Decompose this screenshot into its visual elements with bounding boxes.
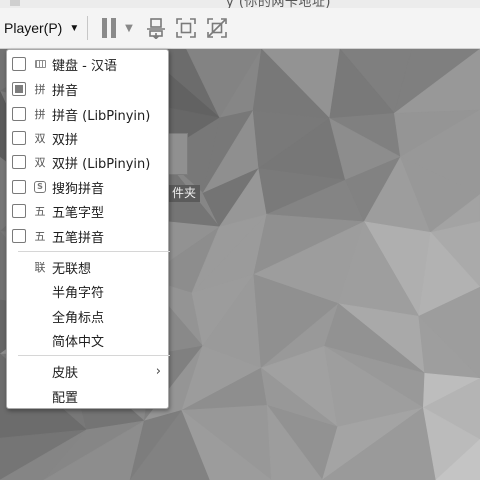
player-menu-button[interactable]: Player(P) ▼ bbox=[4, 16, 79, 40]
menu-item-shuangpin[interactable]: 双 双拼 bbox=[7, 126, 170, 150]
menu-item-label: 搜狗拼音 bbox=[52, 181, 105, 197]
menu-item-pinyin-libpinyin[interactable]: 拼 拼音 (LibPinyin) bbox=[7, 102, 170, 126]
menu-item-label: 双拼 (LibPinyin) bbox=[52, 156, 151, 172]
menu-item-skin[interactable]: 皮肤 › bbox=[7, 359, 170, 383]
toolbar: Player(P) ▼ ▼ bbox=[0, 8, 480, 49]
checkbox[interactable] bbox=[12, 204, 26, 218]
checkbox[interactable] bbox=[12, 131, 26, 145]
menu-item-label: 配置 bbox=[52, 390, 79, 406]
menu-item-no-association[interactable]: 联 无联想 bbox=[7, 255, 170, 279]
menu-item-label: 简体中文 bbox=[52, 334, 105, 350]
menu-item-simplified-chinese[interactable]: 简体中文 bbox=[7, 328, 170, 352]
player-menu-label: Player(P) bbox=[4, 20, 63, 36]
menu-item-pinyin[interactable]: 拼 拼音 bbox=[7, 77, 170, 101]
pinyin-icon: 拼 bbox=[34, 108, 46, 121]
checkbox[interactable] bbox=[12, 229, 26, 243]
sogou-icon: S bbox=[33, 180, 47, 194]
keyboard-icon bbox=[33, 57, 47, 71]
send-keys-icon[interactable] bbox=[144, 16, 168, 40]
dropdown-caret-icon[interactable]: ▼ bbox=[122, 16, 136, 40]
menu-item-label: 双拼 bbox=[52, 132, 79, 148]
folder-icon[interactable] bbox=[169, 133, 188, 175]
input-method-context-menu: 键盘 - 汉语 拼 拼音 拼 拼音 (LibPinyin) 双 双拼 双 双拼 … bbox=[6, 49, 170, 409]
menu-item-label: 拼音 bbox=[52, 83, 79, 99]
toolbar-separator bbox=[87, 16, 88, 40]
menu-item-sogou-pinyin[interactable]: S 搜狗拼音 bbox=[7, 175, 170, 199]
folder-label[interactable]: 件夹 bbox=[168, 185, 201, 202]
checkbox[interactable] bbox=[12, 155, 26, 169]
menu-separator bbox=[18, 355, 170, 356]
menu-item-shuangpin-libpinyin[interactable]: 双 双拼 (LibPinyin) bbox=[7, 150, 170, 174]
unity-mode-icon[interactable] bbox=[205, 16, 229, 40]
checkbox[interactable] bbox=[12, 107, 26, 121]
menu-item-wubi-zixing[interactable]: 五 五笔字型 bbox=[7, 199, 170, 223]
menu-item-wubi-pinyin[interactable]: 五 五笔拼音 bbox=[7, 224, 170, 248]
menu-item-label: 拼音 (LibPinyin) bbox=[52, 108, 151, 124]
menu-item-label: 五笔字型 bbox=[52, 205, 105, 221]
menu-item-label: 半角字符 bbox=[52, 285, 105, 301]
menu-item-config[interactable]: 配置 bbox=[7, 384, 170, 408]
shuangpin-icon: 双 bbox=[34, 132, 46, 145]
menu-item-label: 皮肤 bbox=[52, 365, 79, 381]
wubi-icon: 五 bbox=[34, 230, 46, 243]
menu-item-label: 全角标点 bbox=[52, 310, 105, 326]
menu-separator bbox=[18, 251, 170, 252]
menu-item-half-width[interactable]: 半角字符 bbox=[7, 279, 170, 303]
chevron-down-icon: ▼ bbox=[69, 22, 80, 34]
pinyin-icon: 拼 bbox=[34, 83, 46, 96]
menu-item-label: 无联想 bbox=[52, 261, 92, 277]
menu-item-label: 五笔拼音 bbox=[52, 230, 105, 246]
wubi-icon: 五 bbox=[34, 205, 46, 218]
checkbox-checked[interactable] bbox=[12, 82, 26, 96]
shuangpin-icon: 双 bbox=[34, 156, 46, 169]
pause-icon[interactable] bbox=[100, 16, 118, 40]
menu-item-label: 键盘 - 汉语 bbox=[52, 58, 117, 74]
chevron-right-icon: › bbox=[155, 363, 161, 379]
menu-item-full-width-punct[interactable]: 全角标点 bbox=[7, 304, 170, 328]
association-icon: 联 bbox=[34, 261, 46, 274]
fit-window-icon[interactable] bbox=[174, 16, 198, 40]
title-grip bbox=[10, 0, 20, 6]
menu-item-keyboard-chinese[interactable]: 键盘 - 汉语 bbox=[7, 52, 170, 76]
checkbox[interactable] bbox=[12, 180, 26, 194]
checkbox[interactable] bbox=[12, 57, 26, 71]
